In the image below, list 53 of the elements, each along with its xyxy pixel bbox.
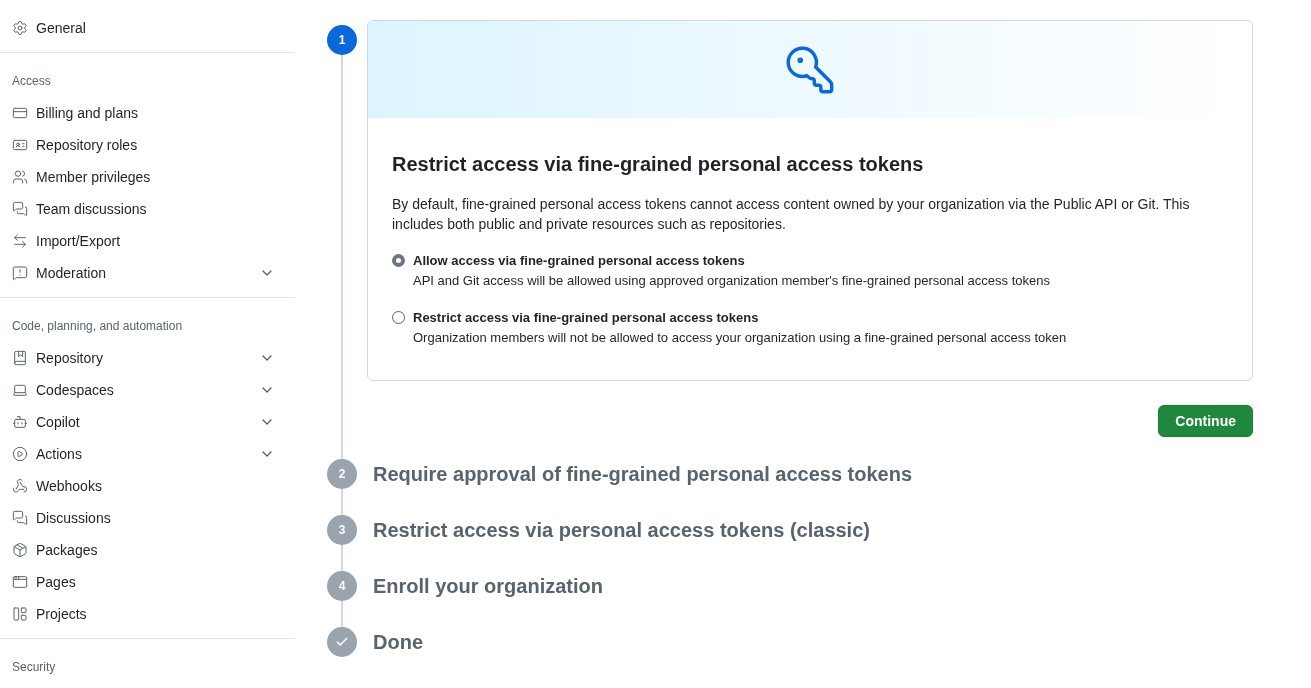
- card-description: By default, fine-grained personal access tokens cannot access content owned by your organization via the Public API or Git. This includes both public and private resources such as repositories.: [392, 195, 1191, 234]
- table-icon: [12, 606, 28, 622]
- step-marker: 1: [327, 25, 357, 55]
- option-label: Allow access via fine-grained personal access tokens: [413, 252, 746, 270]
- step-title: Enroll your organization: [373, 574, 603, 599]
- play-circle-icon: [12, 446, 28, 462]
- radio-button[interactable]: [392, 254, 405, 267]
- radio-button[interactable]: [392, 311, 405, 324]
- option-note: API and Git access will be allowed using approved organization member's fine-grained personal access tokens: [413, 272, 1050, 290]
- chat-bubbles-icon: [12, 201, 28, 217]
- section-heading: Code, planning, and automation: [11, 318, 184, 335]
- sidebar-item[interactable]: Webhooks: [8, 470, 287, 502]
- browser-window-icon: [12, 574, 28, 590]
- card-icon: [12, 105, 28, 121]
- sidebar-item[interactable]: Actions: [8, 438, 287, 470]
- sidebar-item[interactable]: Billing and plans: [8, 97, 287, 129]
- continue-button[interactable]: Continue: [1158, 405, 1253, 437]
- sidebar-item[interactable]: General: [8, 12, 287, 44]
- step-marker: 2: [327, 459, 357, 489]
- step-title: Restrict access via personal access tokens (classic): [373, 518, 870, 543]
- sidebar-item[interactable]: Packages: [8, 534, 287, 566]
- section-heading: Access: [11, 73, 52, 90]
- sidebar-item[interactable]: Projects: [8, 598, 287, 630]
- sidebar-item[interactable]: Pages: [8, 566, 287, 598]
- section-heading: Security: [11, 659, 57, 676]
- report-icon: [12, 265, 28, 281]
- sidebar-item[interactable]: Moderation: [8, 257, 287, 289]
- sidebar-item[interactable]: Import/Export: [8, 225, 287, 257]
- sidebar-item[interactable]: Repository: [8, 342, 287, 374]
- sidebar-item[interactable]: Team discussions: [8, 193, 287, 225]
- check-icon: [335, 635, 349, 649]
- sidebar-item[interactable]: Repository roles: [8, 129, 287, 161]
- card-title: Restrict access via fine-grained personal access tokens: [392, 152, 925, 177]
- chat-bubbles-icon: [12, 510, 28, 526]
- id-badge-icon: [12, 137, 28, 153]
- sidebar-item[interactable]: Discussions: [8, 502, 287, 534]
- sidebar-item[interactable]: Member privileges: [8, 161, 287, 193]
- step-title: Require approval of fine-grained personal access tokens: [373, 462, 913, 487]
- option-note: Organization members will not be allowed to access your organization using a fine-grained personal access token: [413, 329, 1067, 347]
- people-icon: [12, 169, 28, 185]
- sidebar-item[interactable]: Copilot: [8, 406, 287, 438]
- package-icon: [12, 542, 28, 558]
- book-icon: [12, 350, 28, 366]
- robot-icon: [12, 414, 28, 430]
- webhook-icon: [12, 478, 28, 494]
- step-marker: 4: [327, 571, 357, 601]
- step-title: Done: [373, 630, 423, 655]
- laptop-icon: [12, 382, 28, 398]
- step-marker: 3: [327, 515, 357, 545]
- sidebar-item[interactable]: Codespaces: [8, 374, 287, 406]
- option-label: Restrict access via fine-grained personal access tokens: [413, 309, 760, 327]
- gear-icon: [12, 20, 28, 36]
- arrows-icon: [12, 233, 28, 249]
